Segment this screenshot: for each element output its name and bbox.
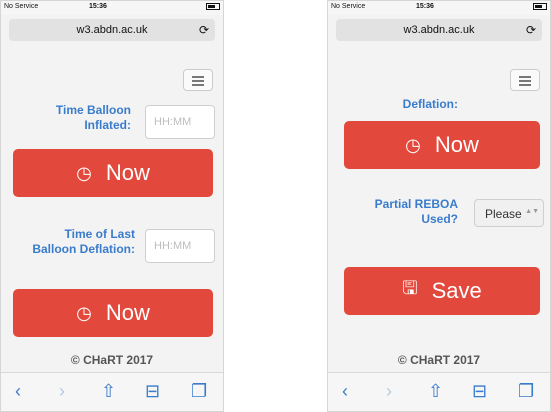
timer-icon: ◷	[76, 302, 92, 323]
status-bar: No Service 15:36	[328, 1, 550, 15]
reload-icon[interactable]: ⟳	[526, 23, 536, 37]
left-phone-screen: No Service 15:36 w3.abdn.ac.uk ⟳ Time Ba…	[0, 0, 224, 412]
browser-toolbar: ‹ › ⇧ ⊟ ❐	[328, 372, 550, 411]
copyright-footer: © CHaRT 2017	[397, 353, 481, 367]
right-phone-screen: No Service 15:36 w3.abdn.ac.uk ⟳ Deflati…	[327, 0, 551, 412]
now-button-label: Now	[434, 132, 479, 157]
page-content: Deflation: ◷ Now Partial REBOA Used? Ple…	[328, 47, 550, 367]
address-bar[interactable]: w3.abdn.ac.uk ⟳	[336, 19, 542, 41]
status-bar: No Service 15:36	[1, 1, 223, 15]
address-bar[interactable]: w3.abdn.ac.uk ⟳	[9, 19, 215, 41]
browser-toolbar: ‹ › ⇧ ⊟ ❐	[1, 372, 223, 411]
now-button[interactable]: ◷ Now	[344, 121, 540, 169]
forward-icon[interactable]: ›	[59, 381, 65, 402]
time-last-balloon-deflation-label: Time of Last Balloon Deflation:	[32, 227, 135, 256]
url-text: w3.abdn.ac.uk	[403, 24, 475, 36]
share-icon[interactable]: ⇧	[428, 381, 443, 402]
now-button-label: Now	[105, 160, 150, 185]
save-button[interactable]: 🖫 Save	[344, 267, 540, 315]
timer-icon: ◷	[76, 162, 92, 183]
reload-icon[interactable]: ⟳	[199, 23, 209, 37]
bookmarks-icon[interactable]: ⊟	[145, 381, 160, 402]
clock-text: 15:36	[89, 3, 107, 10]
forward-icon[interactable]: ›	[386, 381, 392, 402]
time-last-balloon-deflation-input[interactable]	[145, 229, 215, 263]
deflation-label-cut: Deflation:	[402, 97, 458, 111]
timer-icon: ◷	[405, 134, 421, 155]
battery-icon	[533, 3, 547, 10]
carrier-text: No Service	[4, 3, 39, 10]
carrier-text: No Service	[331, 3, 366, 10]
partial-reboa-used-label: Partial REBOA Used?	[374, 197, 458, 226]
tabs-icon[interactable]: ❐	[191, 381, 207, 402]
time-balloon-inflated-input[interactable]	[145, 105, 215, 139]
clock-text: 15:36	[416, 3, 434, 10]
hamburger-menu-button[interactable]	[510, 69, 540, 91]
url-text: w3.abdn.ac.uk	[76, 24, 148, 36]
bookmarks-icon[interactable]: ⊟	[472, 381, 487, 402]
now-button[interactable]: ◷ Now	[13, 149, 213, 197]
battery-icon	[206, 3, 220, 10]
share-icon[interactable]: ⇧	[101, 381, 116, 402]
now-button[interactable]: ◷ Now	[13, 289, 213, 337]
copyright-footer: © CHaRT 2017	[70, 353, 154, 367]
hamburger-menu-button[interactable]	[183, 69, 213, 91]
partial-reboa-select[interactable]: Please ▲▼	[474, 199, 544, 227]
floppy-disk-icon: 🖫	[402, 278, 418, 298]
now-button-label: Now	[105, 300, 150, 325]
back-icon[interactable]: ‹	[15, 381, 21, 402]
page-content: Time Balloon Inflated: ◷ Now Time of Las…	[1, 47, 223, 367]
back-icon[interactable]: ‹	[342, 381, 348, 402]
select-arrow-icon: ▲▼	[525, 208, 539, 215]
tabs-icon[interactable]: ❐	[518, 381, 534, 402]
time-balloon-inflated-label: Time Balloon Inflated:	[55, 103, 131, 132]
save-button-label: Save	[431, 278, 482, 303]
select-value: Please	[485, 207, 522, 221]
